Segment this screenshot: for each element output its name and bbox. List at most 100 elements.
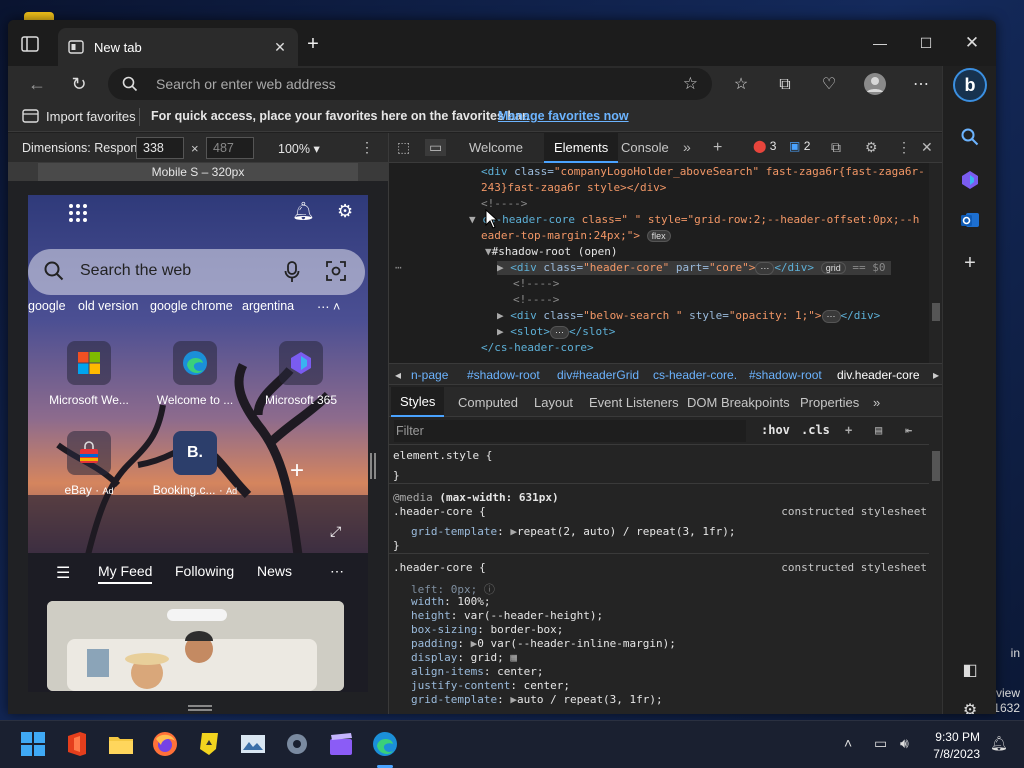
quick-link-tile[interactable]: Microsoft 365 xyxy=(246,341,356,407)
inspect-element-icon[interactable]: ⬚ xyxy=(397,139,410,156)
css-declaration[interactable]: height: var(--header-height); xyxy=(411,609,603,622)
dom-node-header-core[interactable]: ▶ <div class="header-core" part="core"> ⋯… xyxy=(497,261,892,275)
tab-event-listeners[interactable]: Event Listeners xyxy=(589,395,679,410)
styles-filter-input[interactable]: Filter xyxy=(394,420,746,442)
dimensions-dropdown[interactable]: Dimensions: Respon xyxy=(22,141,137,155)
css-declaration[interactable]: grid-template: ▶repeat(2, auto) / repeat… xyxy=(411,525,736,538)
breadcrumb-item[interactable]: n-page xyxy=(411,368,448,382)
more-tabs-chevron-icon[interactable]: » xyxy=(683,139,691,155)
notifications-icon[interactable]: 🔔︎ xyxy=(990,735,1008,752)
news-card-image[interactable] xyxy=(47,601,344,691)
dom-closing-tag[interactable]: </cs-header-core> xyxy=(481,341,594,354)
visual-search-icon[interactable] xyxy=(326,261,346,284)
new-style-rule-icon[interactable]: + xyxy=(845,423,852,437)
breadcrumb-item[interactable]: div#headerGrid xyxy=(557,368,639,382)
add-tab-icon[interactable]: + xyxy=(713,139,722,157)
add-favorite-star-icon[interactable]: ☆ xyxy=(683,74,698,94)
start-windows-icon[interactable] xyxy=(20,731,46,757)
collapsed-ellipsis[interactable]: ⋯ xyxy=(821,310,841,323)
dom-comment[interactable]: <!----> xyxy=(513,277,559,290)
close-devtools-icon[interactable]: ✕ xyxy=(921,139,933,156)
error-count-badge[interactable]: ⬤ 3 xyxy=(753,139,776,153)
toggle-class-button[interactable]: .cls xyxy=(801,423,830,437)
rendering-emulation-icon[interactable]: ▤ xyxy=(875,423,882,437)
toggle-element-state-button[interactable]: :hov xyxy=(761,423,790,437)
dom-node-selected[interactable]: ▼ cs-header-core class=" " style="grid-r… xyxy=(469,213,919,226)
trending-search-link[interactable]: google xyxy=(28,299,66,313)
office-app-icon[interactable] xyxy=(64,731,90,757)
css-declaration[interactable]: padding: ▶0 var(--header-inline-margin); xyxy=(411,637,676,650)
close-window-button[interactable]: ✕ xyxy=(952,30,992,56)
collapsed-ellipsis[interactable]: ⋯ xyxy=(755,262,775,275)
settings-app-icon[interactable] xyxy=(284,731,310,757)
system-clock[interactable]: 9:30 PM 7/8/2023 xyxy=(918,729,980,763)
feed-menu-icon[interactable]: ☰ xyxy=(56,563,70,583)
message-count-badge[interactable]: ▣ 2 xyxy=(789,139,810,153)
toggle-sidebar-icon[interactable]: ⇤ xyxy=(905,423,912,437)
firefox-icon[interactable] xyxy=(152,731,178,757)
grid-editor-icon[interactable]: ▦ xyxy=(510,651,517,664)
sidebar-search-icon[interactable] xyxy=(959,128,981,150)
dom-row-menu-icon[interactable]: ⋯ xyxy=(395,261,402,274)
dom-node[interactable]: <div class="companyLogoHolder_aboveSearc… xyxy=(481,165,925,178)
volume-icon[interactable]: 🔊︎ xyxy=(900,735,909,752)
address-bar[interactable]: Search or enter web address ☆ xyxy=(108,68,712,100)
clipchamp-icon[interactable] xyxy=(328,731,354,757)
expand-triangle-icon[interactable]: ▶ xyxy=(497,309,510,322)
expand-triangle-icon[interactable]: ▶ xyxy=(497,261,510,274)
devtools-more-icon[interactable]: ⋮ xyxy=(897,139,911,156)
expand-background-icon[interactable]: ⤢ xyxy=(330,523,341,540)
expand-triangle-icon[interactable]: ▼ xyxy=(485,245,492,258)
viewport-width-handle[interactable] xyxy=(370,453,376,479)
css-declaration[interactable]: grid-template: ▶auto / repeat(3, 1fr); xyxy=(411,693,663,706)
sidebar-settings-gear-icon[interactable]: ⚙ xyxy=(959,700,981,714)
width-input[interactable]: 338 xyxy=(136,137,184,159)
breadcrumb-item-current[interactable]: div.header-core xyxy=(837,368,920,382)
quick-link-tile[interactable]: Microsoft We... xyxy=(34,341,144,407)
feed-tab-my-feed[interactable]: My Feed xyxy=(98,563,153,584)
edge-taskbar-icon[interactable] xyxy=(372,731,398,757)
collections-icon[interactable]: ⧉ xyxy=(772,72,798,98)
web-search-box[interactable]: Search the web xyxy=(28,249,365,295)
expand-triangle-icon[interactable]: ▶ xyxy=(497,325,510,338)
media-query-label[interactable]: Mobile S – 320px xyxy=(38,163,358,181)
address-input[interactable]: Search or enter web address xyxy=(156,76,336,92)
dom-comment[interactable]: <!----> xyxy=(513,293,559,306)
collapsed-ellipsis[interactable]: ⋯ xyxy=(550,326,569,339)
file-explorer-icon[interactable] xyxy=(108,731,134,757)
trending-search-link[interactable]: google chrome xyxy=(150,299,233,313)
tab-properties[interactable]: Properties xyxy=(800,395,859,410)
dom-node-below-search[interactable]: ▶ <div class="below-search " style="opac… xyxy=(497,309,880,323)
more-subtabs-chevron-icon[interactable]: » xyxy=(873,395,880,410)
minimize-button[interactable]: — xyxy=(860,30,900,56)
notifications-bell-icon[interactable]: 🔔︎ xyxy=(292,201,315,222)
web-search-input[interactable]: Search the web xyxy=(80,262,191,280)
apps-grid-icon[interactable] xyxy=(68,203,88,223)
close-tab-icon[interactable]: ✕ xyxy=(272,39,288,56)
breadcrumb-item[interactable]: #shadow-root xyxy=(749,368,822,382)
sidebar-office-icon[interactable] xyxy=(959,170,981,192)
back-icon[interactable]: ← xyxy=(24,71,50,97)
profile-avatar[interactable] xyxy=(862,72,888,98)
feed-more-icon[interactable]: ⋯ xyxy=(330,563,344,580)
shadow-root-node[interactable]: ▼#shadow-root (open) xyxy=(485,245,617,258)
microphone-icon[interactable] xyxy=(284,261,300,286)
photos-app-icon[interactable] xyxy=(240,731,266,757)
dom-scrollbar[interactable] xyxy=(929,163,943,363)
sticky-notes-icon[interactable] xyxy=(196,731,222,757)
tab-console[interactable]: Console xyxy=(621,140,669,155)
add-quick-link-icon[interactable]: + xyxy=(290,457,304,485)
viewport-height-handle[interactable] xyxy=(188,705,212,711)
css-declaration[interactable]: justify-content: center; xyxy=(411,679,570,692)
css-declaration[interactable]: width: 100%; xyxy=(411,595,491,608)
expand-triangle-icon[interactable]: ▼ xyxy=(469,213,482,226)
quick-link-tile-ad[interactable]: eBay · Ad xyxy=(34,431,144,497)
zoom-dropdown[interactable]: 100% ▾ xyxy=(278,141,320,156)
trending-more-icon[interactable]: ⋯ ˄ xyxy=(317,299,340,314)
tab-computed[interactable]: Computed xyxy=(458,395,518,410)
tab-actions-icon[interactable] xyxy=(20,35,42,53)
bing-chat-icon[interactable]: b xyxy=(953,68,987,102)
rule-selector[interactable]: .header-core { xyxy=(393,505,486,518)
sidebar-add-icon[interactable]: + xyxy=(959,252,981,274)
manage-favorites-link[interactable]: Manage favorites now xyxy=(498,109,629,123)
